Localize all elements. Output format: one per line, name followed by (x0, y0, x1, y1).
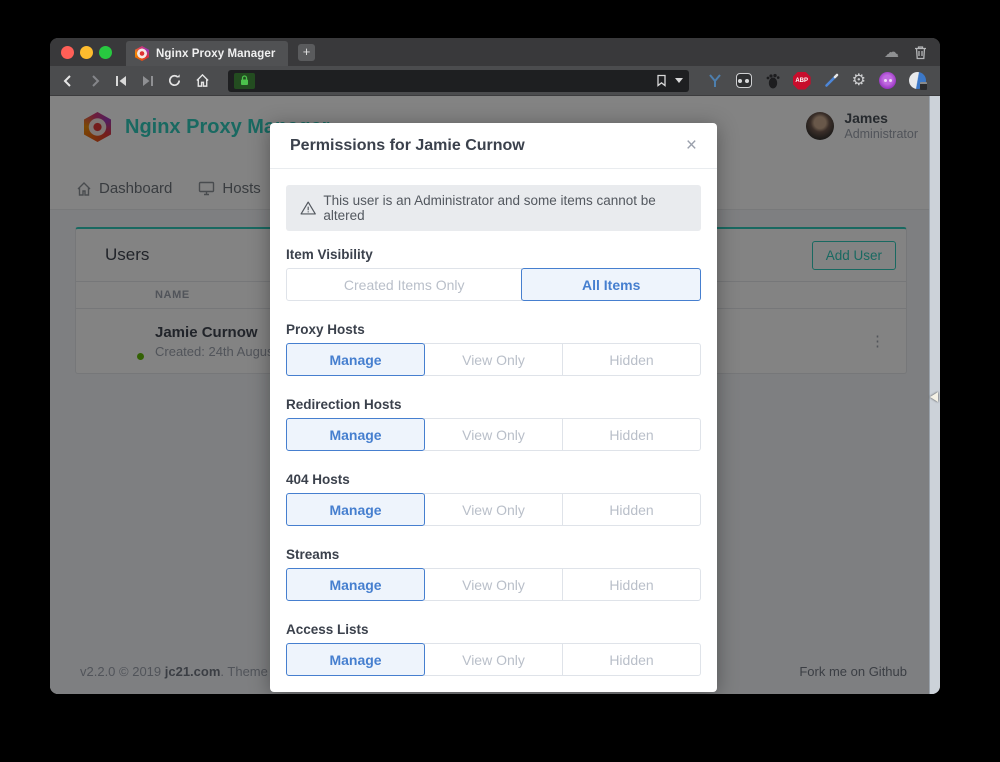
modal-title: Permissions for Jamie Curnow (290, 137, 525, 155)
minimize-window-button[interactable] (80, 46, 93, 59)
fast-forward-button[interactable] (141, 75, 154, 87)
access-lists-group: Access Lists Manage View Only Hidden (286, 622, 701, 676)
404-hosts-hidden-button[interactable]: Hidden (562, 493, 701, 526)
streams-view-only-button[interactable]: View Only (424, 568, 563, 601)
access-lists-manage-button[interactable]: Manage (286, 643, 425, 676)
streams-label: Streams (286, 547, 701, 562)
visibility-all-items-button[interactable]: All Items (521, 268, 701, 301)
privacy-extension-icon[interactable] (909, 72, 926, 89)
address-bar[interactable] (228, 70, 689, 92)
browser-tab-bar: Nginx Proxy Manager + ☁ (50, 38, 940, 66)
branch-extension-icon[interactable] (707, 73, 723, 89)
404-hosts-view-only-button[interactable]: View Only (424, 493, 563, 526)
admin-alert-text: This user is an Administrator and some i… (323, 193, 687, 223)
browser-window: Nginx Proxy Manager + ☁ (50, 38, 940, 694)
gnome-foot-extension-icon[interactable] (765, 73, 780, 89)
trash-icon[interactable] (914, 45, 927, 60)
modal-header: Permissions for Jamie Curnow × (270, 123, 717, 169)
item-visibility-group: Item Visibility Created Items Only All I… (286, 247, 701, 301)
zoom-window-button[interactable] (99, 46, 112, 59)
ssl-lock-badge[interactable] (234, 73, 255, 89)
access-lists-hidden-button[interactable]: Hidden (562, 643, 701, 676)
404-hosts-manage-button[interactable]: Manage (286, 493, 425, 526)
pen-extension-icon[interactable] (824, 73, 839, 88)
rewind-button[interactable] (115, 75, 128, 87)
404-hosts-group: 404 Hosts Manage View Only Hidden (286, 472, 701, 526)
redirection-hosts-view-only-button[interactable]: View Only (424, 418, 563, 451)
cursor-arrow (930, 392, 938, 402)
close-window-button[interactable] (61, 46, 74, 59)
purple-extension-icon[interactable] (879, 72, 896, 89)
home-button[interactable] (195, 73, 210, 88)
redirection-hosts-manage-button[interactable]: Manage (286, 418, 425, 451)
access-lists-view-only-button[interactable]: View Only (424, 643, 563, 676)
close-icon[interactable]: × (686, 136, 697, 155)
proxy-hosts-manage-button[interactable]: Manage (286, 343, 425, 376)
proxy-hosts-view-only-button[interactable]: View Only (424, 343, 563, 376)
traffic-lights (50, 46, 112, 59)
404-hosts-label: 404 Hosts (286, 472, 701, 487)
warning-triangle-icon (300, 200, 316, 216)
extension-icons: ABP ⚙ (707, 72, 929, 90)
reload-button[interactable] (167, 73, 182, 88)
access-lists-label: Access Lists (286, 622, 701, 637)
page-content: Nginx Proxy Manager James Administrator … (50, 96, 940, 694)
visibility-created-items-only-button[interactable]: Created Items Only (286, 268, 522, 301)
redirection-hosts-label: Redirection Hosts (286, 397, 701, 412)
back-button[interactable] (61, 74, 75, 88)
streams-group: Streams Manage View Only Hidden (286, 547, 701, 601)
redirection-hosts-group: Redirection Hosts Manage View Only Hidde… (286, 397, 701, 451)
proxy-hosts-group: Proxy Hosts Manage View Only Hidden (286, 322, 701, 376)
proxy-hosts-hidden-button[interactable]: Hidden (562, 343, 701, 376)
bookmark-icon[interactable] (656, 74, 667, 87)
npm-favicon-icon (135, 46, 149, 61)
forward-button[interactable] (88, 74, 102, 88)
proxy-hosts-label: Proxy Hosts (286, 322, 701, 337)
streams-hidden-button[interactable]: Hidden (562, 568, 701, 601)
browser-tab-active[interactable]: Nginx Proxy Manager (126, 41, 288, 66)
admin-alert: This user is an Administrator and some i… (286, 185, 701, 231)
browser-toolbar: ABP ⚙ (50, 66, 940, 96)
adblock-plus-extension-icon[interactable]: ABP (793, 72, 811, 90)
item-visibility-label: Item Visibility (286, 247, 701, 262)
new-tab-button[interactable]: + (298, 44, 315, 61)
permissions-modal: Permissions for Jamie Curnow × This user… (270, 123, 717, 692)
redirection-hosts-hidden-button[interactable]: Hidden (562, 418, 701, 451)
streams-manage-button[interactable]: Manage (286, 568, 425, 601)
gear-extension-icon[interactable]: ⚙ (852, 73, 866, 89)
modal-body: This user is an Administrator and some i… (270, 169, 717, 692)
bookmark-dropdown-caret[interactable] (675, 78, 683, 83)
sync-cloud-icon[interactable]: ☁ (884, 43, 899, 61)
tab-title: Nginx Proxy Manager (156, 48, 276, 60)
robot-extension-icon[interactable] (736, 73, 752, 88)
